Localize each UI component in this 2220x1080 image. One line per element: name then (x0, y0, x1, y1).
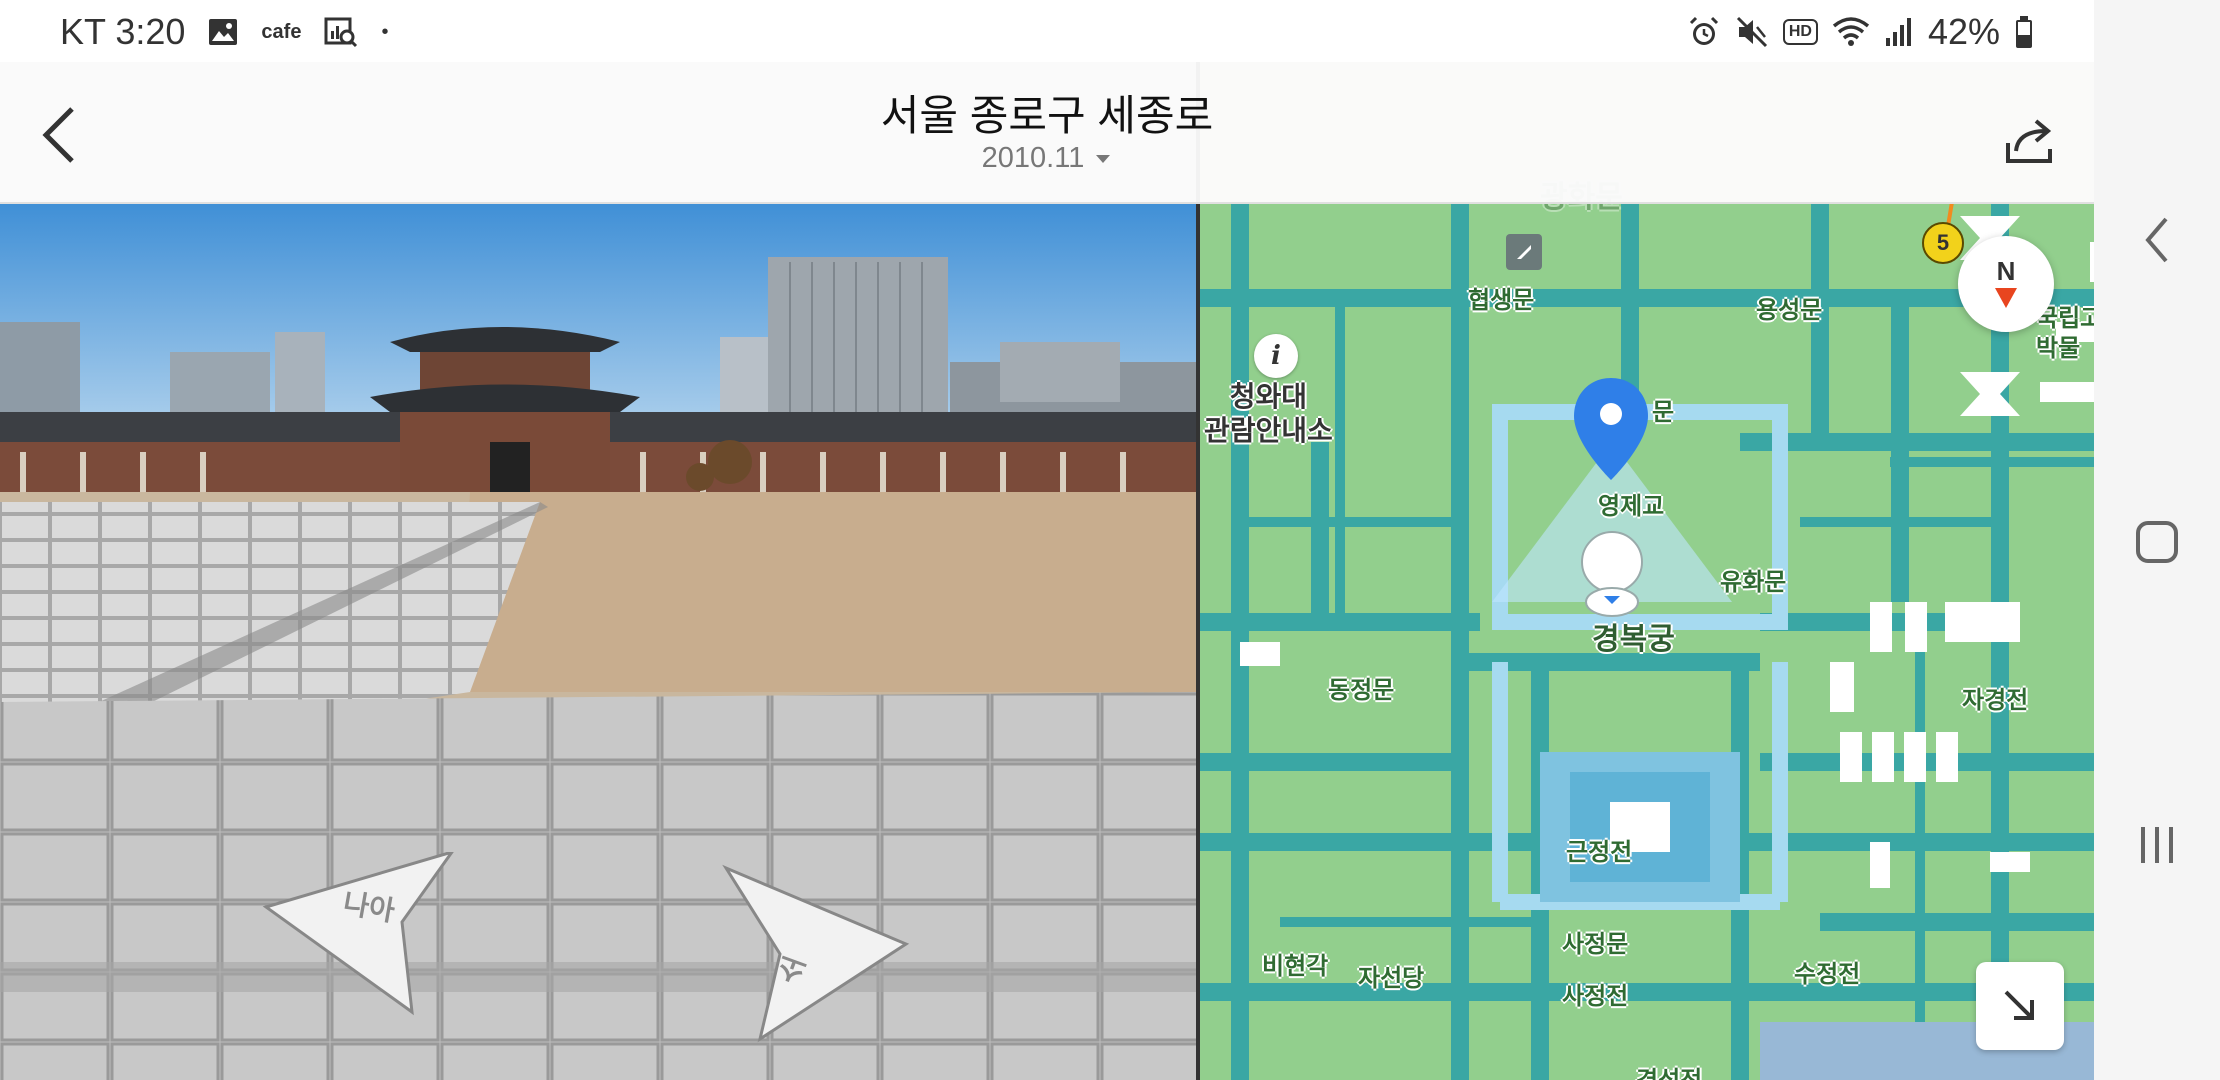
map-label-jagyeongjeon: 자경전 (1962, 687, 2029, 714)
arrow-diagonal-icon (2004, 990, 2034, 1020)
map-label-yeongjegyo: 영제교 (1598, 493, 1665, 520)
poi-marker-icon[interactable] (1506, 234, 1542, 270)
street-arrow-back[interactable]: 나아 (262, 849, 462, 1017)
signal-icon (1884, 16, 1914, 48)
map-label-gungnip: 국립고 박물 (2036, 305, 2094, 362)
status-dot: • (381, 20, 389, 43)
map-label-yuhwamun: 유화문 (1720, 569, 1787, 596)
map-label-hyeopsaengmun: 협생문 (1468, 287, 1535, 314)
map-label-jaseondang: 자선당 (1358, 965, 1425, 992)
hd-icon: HD (1782, 19, 1818, 45)
map-canvas[interactable] (1200, 62, 2094, 1080)
subway-line-number: 5 (1936, 230, 1950, 255)
cafe-icon: cafe (261, 20, 302, 43)
status-left: KT 3:20 cafe • (60, 10, 388, 54)
caret-down-icon (1096, 154, 1111, 163)
map-label-sujeongjeon: 수정전 (1794, 961, 1861, 988)
status-bar: KT 3:20 cafe • HD 42% (0, 0, 2094, 62)
compass-north-label: N (1996, 256, 2016, 286)
wifi-icon (1832, 16, 1870, 48)
map-label-geunjeongjeon: 근정전 (1566, 839, 1633, 866)
map-label-bihyeongak: 비현각 (1262, 953, 1329, 980)
location-pin-icon[interactable] (1570, 374, 1652, 484)
recents-nav-icon[interactable] (2094, 800, 2220, 890)
battery-percent: 42% (1927, 11, 2000, 52)
map-label-sajeongjeon: 사정전 (1562, 983, 1629, 1010)
carrier-time: KT 3:20 (60, 11, 186, 52)
share-button[interactable] (1995, 106, 2065, 176)
map-panel[interactable]: 광화문 협생문 용성문 청와대 관람안내소 문 영제교 유화문 경복궁 동정문 … (1200, 62, 2094, 1080)
expand-map-button[interactable] (1976, 962, 2064, 1050)
system-nav-bar (2094, 0, 2220, 1080)
status-right: HD 42% (1687, 10, 2034, 54)
header-bar: 서울 종로구 세종로 2010.11 (0, 62, 2094, 204)
subway-line-badge[interactable]: 5 (1922, 222, 1964, 264)
street-view-panel[interactable]: 나아 소 (0, 202, 1196, 1080)
date-label: 2010.11 (981, 142, 1085, 174)
map-label-yongseongmun: 용성문 (1756, 297, 1823, 324)
street-view-image[interactable] (0, 202, 1196, 1080)
map-label-bottom-partial: 경성전 (1636, 1060, 1702, 1080)
info-icon[interactable]: i (1254, 334, 1298, 378)
compass-needle-icon (1995, 288, 2017, 308)
street-arrow-forward[interactable]: 소 (720, 864, 910, 1044)
chart-search-icon (323, 15, 359, 49)
battery-icon (2014, 15, 2034, 49)
gallery-icon (207, 17, 239, 47)
back-nav-icon[interactable] (2094, 195, 2220, 285)
map-label-sajeongmun: 사정문 (1562, 931, 1629, 958)
alarm-icon (1687, 15, 1721, 49)
share-icon (2006, 119, 2052, 163)
map-label-gyeongbokgung: 경복궁 (1592, 623, 1675, 656)
hd-label: HD (1788, 23, 1812, 40)
home-nav-icon[interactable] (2094, 497, 2220, 587)
page-title: 서울 종로구 세종로 (880, 92, 1214, 139)
mute-icon (1735, 15, 1769, 49)
map-label-dongjeongmun: 동정문 (1328, 677, 1395, 704)
compass-button[interactable]: N (1958, 236, 2054, 332)
map-label-cheongwadae: 청와대 관람안내소 (1204, 381, 1333, 446)
date-selector[interactable]: 2010.11 (0, 142, 2094, 175)
map-label-mun: 문 (1652, 399, 1675, 426)
